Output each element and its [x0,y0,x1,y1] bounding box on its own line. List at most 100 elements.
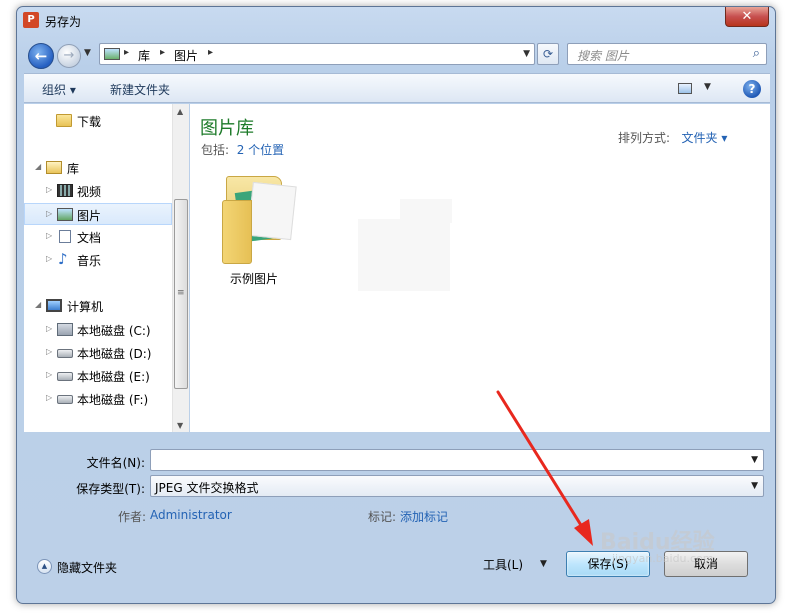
folder-preview-image [247,181,297,241]
tags-field[interactable]: 添加标记 [400,508,448,525]
powerpoint-icon: P [23,12,39,28]
scroll-up-icon[interactable]: ▲ [177,107,183,116]
tools-button[interactable]: 工具(L) [483,556,523,573]
drive-icon [57,349,73,358]
breadcrumb-separator[interactable]: ▸ [208,47,213,58]
forward-button[interactable]: → [57,44,81,68]
arrange-by-dropdown[interactable]: 文件夹 ▾ [682,131,728,145]
filename-dropdown-icon[interactable]: ▼ [751,455,758,465]
change-view-icon[interactable] [678,83,692,94]
expand-arrow-icon[interactable]: ▷ [46,185,52,194]
view-options-dropdown[interactable]: ▼ [704,82,711,92]
search-input[interactable]: 搜索 图片 ⌕ [567,43,767,65]
nav-item-pictures[interactable]: ▷ 图片 [24,203,172,225]
nav-item-drive-f[interactable]: ▷ 本地磁盘 (F:) [24,388,172,410]
expand-arrow-icon[interactable]: ▷ [46,370,52,379]
refresh-button[interactable]: ⟳ [537,43,559,65]
filetype-select[interactable]: JPEG 文件交换格式 ▼ [150,475,764,497]
tools-dropdown-icon[interactable]: ▼ [540,559,547,569]
breadcrumb-separator[interactable]: ▸ [124,47,129,58]
navigation-pane: 下载 ◢ 库 ▷ 视频 ▷ 图片 ▷ 文档 ▷ ♪ 音乐 ◢ 计算机 ▷ 本地磁… [24,104,172,432]
nav-item-label: 视频 [77,185,102,199]
breadcrumb-pictures[interactable]: 图片 [174,47,198,64]
nav-item-label: 本地磁盘 (C:) [77,324,151,338]
scroll-grip-icon: ≡ [177,288,185,298]
breadcrumb-separator[interactable]: ▸ [160,47,165,58]
system-drive-icon [57,323,73,336]
nav-item-label: 计算机 [67,300,104,314]
hide-folders-label: 隐藏文件夹 [57,561,118,575]
music-icon: ♪ [58,250,68,268]
filetype-label: 保存类型(T): [76,482,145,496]
collapse-arrow-icon[interactable]: ◢ [35,300,41,309]
filename-label: 文件名(N): [86,456,145,470]
nav-item-music[interactable]: ▷ ♪ 音乐 [24,249,172,271]
watermark-url: jingyan.baidu.com [612,552,714,565]
organize-button[interactable]: 组织 ▾ [42,81,76,98]
pictures-library-icon [104,48,120,60]
author-field[interactable]: Administrator [150,508,232,522]
address-bar[interactable]: ▸ 库 ▸ 图片 ▸ ▼ [99,43,535,65]
folder-front-icon [222,200,252,264]
includes-label: 包括: [201,143,230,157]
save-options: 文件名(N): ▼ 保存类型(T): JPEG 文件交换格式 ▼ 作者: Adm… [17,433,775,603]
scroll-down-icon[interactable]: ▼ [177,421,183,430]
address-dropdown-icon[interactable]: ▼ [523,49,530,59]
nav-item-videos[interactable]: ▷ 视频 [24,180,172,202]
expand-arrow-icon[interactable]: ▷ [46,254,52,263]
back-arrow-icon: ← [34,47,48,65]
dialog-title: 另存为 [45,15,82,29]
nav-item-downloads[interactable]: 下载 [24,110,172,132]
expand-arrow-icon[interactable]: ▷ [46,231,52,240]
nav-item-label: 本地磁盘 (E:) [77,370,150,384]
refresh-icon: ⟳ [542,47,554,61]
nav-item-drive-c[interactable]: ▷ 本地磁盘 (C:) [24,319,172,341]
nav-item-label: 音乐 [77,254,102,268]
expand-arrow-icon[interactable]: ▷ [46,393,52,402]
breadcrumb-library[interactable]: 库 [138,47,150,64]
library-icon [46,161,62,174]
filename-field[interactable]: ▼ [150,449,764,471]
nav-item-label: 文档 [77,231,102,245]
file-list-pane: 图片库 包括: 2 个位置 排列方式: 文件夹 ▾ 示例图片 [190,104,770,432]
filetype-dropdown-icon[interactable]: ▼ [751,481,758,491]
documents-icon [59,230,71,243]
nav-item-documents[interactable]: ▷ 文档 [24,226,172,248]
nav-item-label: 库 [67,162,80,176]
locations-link[interactable]: 2 个位置 [237,143,284,157]
nav-item-drive-d[interactable]: ▷ 本地磁盘 (D:) [24,342,172,364]
library-title: 图片库 [200,118,254,139]
nav-item-label: 本地磁盘 (F:) [77,393,149,407]
recent-locations-dropdown[interactable]: ▼ [84,48,91,58]
new-folder-button[interactable]: 新建文件夹 [110,81,170,98]
expand-arrow-icon[interactable]: ▷ [46,347,52,356]
folder-sample-pictures[interactable]: 示例图片 [214,166,297,286]
nav-item-computer[interactable]: ◢ 计算机 [24,295,172,317]
computer-icon [46,299,62,312]
nav-item-label: 下载 [77,115,102,129]
nav-pane-scrollbar[interactable]: ▲ ≡ ▼ [172,104,189,432]
back-button[interactable]: ← [28,43,54,69]
library-includes: 包括: 2 个位置 [201,141,284,158]
search-placeholder: 搜索 图片 [577,49,629,63]
close-button[interactable]: ✕ [725,7,769,27]
background-artifact [400,199,452,223]
nav-item-library[interactable]: ◢ 库 [24,157,172,179]
collapse-arrow-icon[interactable]: ◢ [35,162,41,171]
help-icon[interactable]: ? [743,80,761,98]
nav-item-label: 图片 [77,209,102,223]
background-artifact [358,219,450,291]
save-as-dialog: P 另存为 ✕ ← → ▼ ▸ 库 ▸ 图片 ▸ ▼ ⟳ 搜索 图片 ⌕ 组织 … [16,6,776,604]
expand-arrow-icon[interactable]: ▷ [46,209,52,218]
author-label: 作者: [118,510,147,524]
search-icon: ⌕ [752,46,760,61]
drive-icon [57,395,73,404]
forward-arrow-icon: → [63,48,75,63]
nav-item-label: 本地磁盘 (D:) [77,347,152,361]
videos-icon [57,184,73,197]
arrange-label: 排列方式: [618,131,671,145]
pictures-icon [57,208,73,221]
nav-item-drive-e[interactable]: ▷ 本地磁盘 (E:) [24,365,172,387]
expand-arrow-icon[interactable]: ▷ [46,324,52,333]
downloads-folder-icon [56,114,72,127]
